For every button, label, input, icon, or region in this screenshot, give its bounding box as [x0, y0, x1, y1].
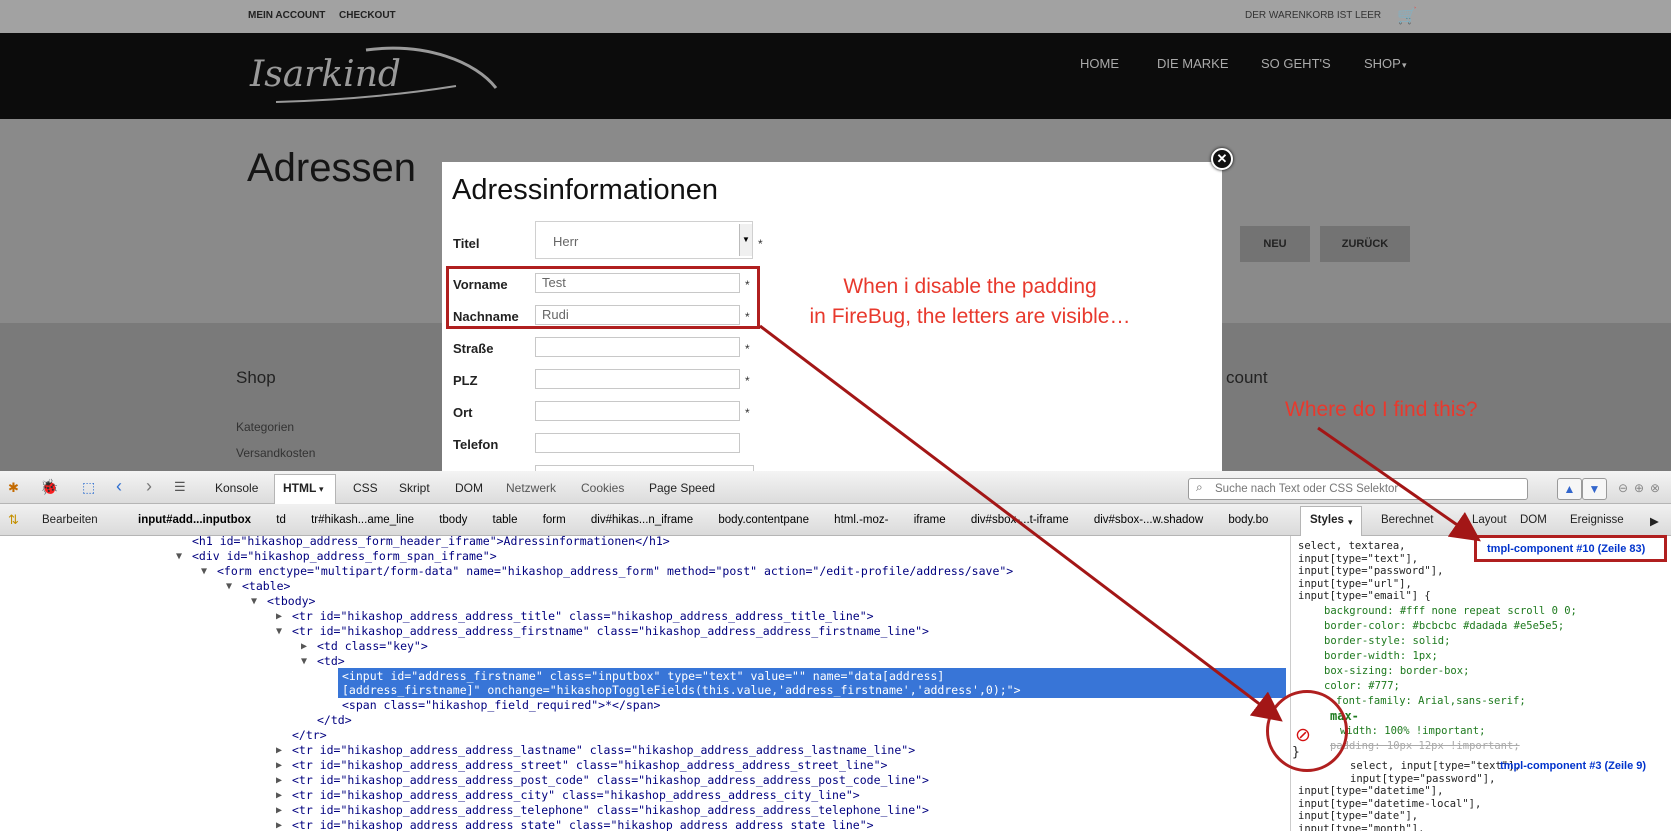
- annotation-arrows: [759, 324, 1481, 722]
- arrow-to-source: [1317, 426, 1481, 542]
- arrow-to-padding: [759, 324, 1283, 722]
